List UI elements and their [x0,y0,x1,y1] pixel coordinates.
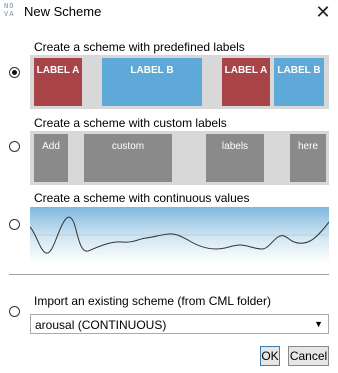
custom-labels-preview: Add custom labels here [30,131,329,185]
preview-custom-labels: labels [206,134,264,182]
preview-custom-custom: custom [84,134,172,182]
import-scheme-radio[interactable] [9,306,20,317]
preview-label-a-1: LABEL A [34,58,82,106]
separator [9,274,329,275]
close-button[interactable]: ✕ [312,2,334,22]
predefined-labels-option-label: Create a scheme with predefined labels [34,40,245,54]
ok-button[interactable]: OK [260,346,280,366]
cancel-button[interactable]: Cancel [288,346,329,366]
nova-logo-icon: NO VA [4,2,15,18]
continuous-values-radio[interactable] [9,219,20,230]
custom-labels-option-label: Create a scheme with custom labels [34,116,227,130]
title-bar: NO VA New Scheme ✕ [0,0,338,24]
preview-label-a-2: LABEL A [222,58,270,106]
import-scheme-combobox[interactable]: arousal (CONTINUOUS) ▼ [30,314,329,334]
preview-custom-here: here [290,134,326,182]
continuous-values-preview [30,207,329,263]
import-scheme-option-label: Import an existing scheme (from CML fold… [34,294,271,308]
continuous-values-option-label: Create a scheme with continuous values [34,191,250,205]
predefined-labels-radio[interactable] [9,67,20,78]
preview-custom-add: Add [34,134,68,182]
dropdown-arrow-icon[interactable]: ▼ [314,319,323,329]
predefined-labels-preview: LABEL A LABEL B LABEL A LABEL B [30,55,329,109]
preview-label-b-1: LABEL B [102,58,202,106]
custom-labels-radio[interactable] [9,141,20,152]
preview-label-b-2: LABEL B [274,58,324,106]
window-title: New Scheme [24,4,102,19]
import-scheme-combobox-value: arousal (CONTINUOUS) [35,318,167,332]
